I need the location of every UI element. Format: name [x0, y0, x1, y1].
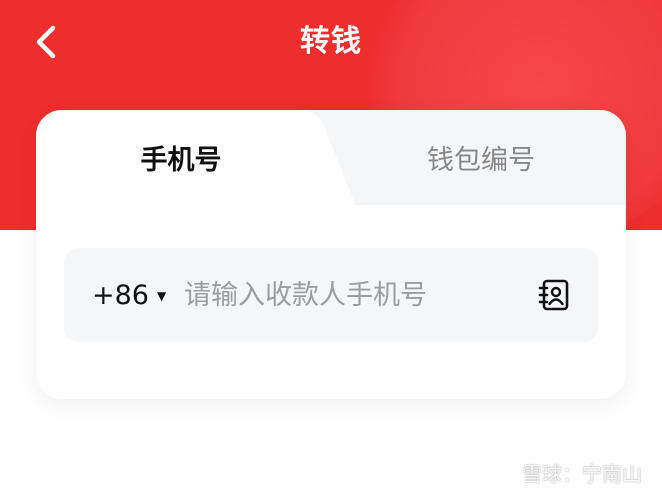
watermark: 雪球 ： 宁南山 — [492, 456, 642, 488]
recipient-phone-input[interactable] — [184, 270, 514, 320]
snowball-logo-icon — [493, 461, 515, 483]
page-title: 转钱 — [300, 24, 362, 59]
country-code-selector[interactable]: +86 ▼ — [92, 248, 166, 342]
watermark-brand: 雪球 — [522, 461, 562, 486]
watermark-author: 宁南山 — [582, 461, 642, 486]
contacts-button[interactable] — [534, 275, 574, 315]
watermark-separator: ： — [562, 461, 582, 486]
contacts-book-icon — [538, 279, 569, 311]
transfer-card: 手机号 钱包编号 +86 ▼ — [36, 110, 626, 399]
country-code-value: +86 — [92, 279, 149, 311]
tab-phone-number[interactable]: 手机号 — [36, 132, 326, 182]
transfer-screen: 转钱 手机号 钱包编号 +86 ▼ 请输入收款人手机号 雪球 ： 宁南山 — [0, 0, 662, 492]
caret-down-icon: ▼ — [156, 289, 167, 303]
tab-wallet-number[interactable]: 钱包编号 — [336, 132, 626, 182]
phone-input-box: +86 ▼ — [64, 248, 598, 342]
